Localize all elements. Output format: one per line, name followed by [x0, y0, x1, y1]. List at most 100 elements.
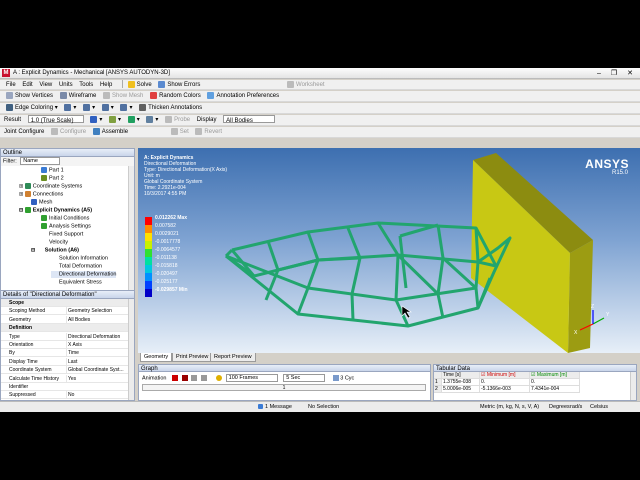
tree-item-equivalent-stress[interactable]: Equivalent Stress: [51, 279, 102, 286]
details-row[interactable]: Coordinate System Global Coordinate Syst.…: [1, 366, 129, 375]
edge-tool-3[interactable]: ▾: [101, 103, 114, 113]
tabular-scrollbar[interactable]: [630, 372, 636, 400]
filter-dropdown[interactable]: Name: [20, 157, 61, 165]
play-icon[interactable]: [172, 375, 178, 381]
tree-item-fixed-support[interactable]: Fixed Support: [41, 231, 83, 238]
details-value[interactable]: Geometry Selection: [66, 307, 129, 315]
edge-coloring-dropdown[interactable]: Edge Coloring ▾: [6, 103, 58, 113]
tree-item-velocity[interactable]: Velocity: [41, 239, 68, 246]
tree-item-analysis-settings[interactable]: Analysis Settings: [41, 223, 91, 230]
assemble-button[interactable]: Assemble: [92, 127, 128, 137]
temperature-unit[interactable]: Celsius: [590, 402, 608, 412]
expand-icon[interactable]: ⊞: [19, 191, 23, 197]
details-value[interactable]: Time: [66, 349, 129, 357]
tree-item-solution[interactable]: ⊟ Solution (A6): [31, 247, 79, 254]
details-value[interactable]: No: [66, 391, 129, 399]
tab-report-preview[interactable]: Report Preview: [210, 353, 256, 362]
menu-edit[interactable]: Edit: [22, 80, 32, 90]
details-value[interactable]: Global Coordinate Syst...: [66, 366, 129, 374]
messages-status[interactable]: 1 Message: [258, 402, 292, 412]
thicken-annotations-button[interactable]: Thicken Annotations: [139, 103, 202, 113]
tree-item-explicit-dynamics[interactable]: ⊟ Explicit Dynamics (A5): [19, 207, 92, 214]
restore-button[interactable]: ❐: [607, 69, 621, 78]
wireframe-button[interactable]: Wireframe: [59, 91, 96, 101]
collapse-icon[interactable]: ⊟: [31, 247, 35, 253]
tree-item-part-2[interactable]: Part 2: [41, 175, 64, 182]
random-colors-button[interactable]: Random Colors: [150, 91, 201, 101]
menu-units[interactable]: Units: [59, 80, 73, 90]
tree-item-mesh[interactable]: Mesh: [31, 199, 52, 206]
menu-help[interactable]: Help: [100, 80, 112, 90]
distributed-icon[interactable]: [216, 375, 223, 381]
frame-forward-icon[interactable]: [200, 375, 207, 381]
show-errors-button[interactable]: Show Errors: [158, 80, 200, 90]
rate-unit[interactable]: rad/s: [570, 402, 582, 412]
show-vertices-button[interactable]: Show Vertices: [6, 91, 53, 101]
legend-display-button[interactable]: ▾: [127, 115, 140, 125]
details-row[interactable]: By Time: [1, 349, 129, 358]
tree-item-solution-information[interactable]: Solution Information: [51, 255, 108, 262]
tree-item-directional-deformation[interactable]: Directional Deformation: [51, 271, 117, 279]
tab-print-preview[interactable]: Print Preview: [172, 353, 213, 362]
edges-display-button[interactable]: ▾: [109, 115, 121, 125]
details-row[interactable]: Suppressed No: [1, 391, 129, 400]
tree-item-coordinate-systems[interactable]: ⊞ Coordinate Systems: [19, 183, 82, 190]
outline-scrollbar[interactable]: [128, 166, 134, 303]
export-video-icon[interactable]: [332, 375, 339, 381]
details-row[interactable]: Calculate Time History Yes: [1, 374, 129, 383]
column-header-time[interactable]: Time [s]: [442, 372, 480, 379]
details-value[interactable]: Directional Deformation: [66, 332, 129, 340]
vector-display-button[interactable]: ▾: [146, 115, 158, 125]
column-header-minimum[interactable]: ☑ Minimum [m]: [480, 372, 530, 379]
revert-button[interactable]: Revert: [195, 127, 222, 137]
details-row[interactable]: Display Time Last: [1, 357, 129, 366]
details-row[interactable]: Scoping Method Geometry Selection: [1, 307, 129, 316]
details-scrollbar[interactable]: [128, 299, 134, 400]
probe-button[interactable]: Probe: [165, 115, 190, 125]
frames-dropdown[interactable]: 100 Frames: [225, 374, 278, 382]
contour-display-button[interactable]: ▾: [90, 115, 102, 125]
worksheet-button[interactable]: Worksheet: [287, 80, 325, 90]
menu-view[interactable]: View: [39, 80, 52, 90]
details-category[interactable]: Definition: [1, 324, 129, 333]
details-value[interactable]: Last: [66, 357, 129, 365]
angle-unit[interactable]: Degrees: [549, 402, 570, 412]
tree-item-connections[interactable]: ⊞ Connections: [19, 191, 63, 198]
solve-button[interactable]: Solve: [127, 80, 152, 90]
stop-icon[interactable]: [181, 375, 188, 381]
expand-icon[interactable]: ⊞: [19, 183, 23, 189]
column-header-maximum[interactable]: ☑ Maximum [m]: [530, 372, 580, 379]
menu-tools[interactable]: Tools: [79, 80, 93, 90]
tab-geometry[interactable]: Geometry: [140, 353, 173, 362]
duration-dropdown[interactable]: 5 Sec: [283, 374, 326, 382]
display-dropdown[interactable]: All Bodies: [223, 115, 276, 124]
result-scale-dropdown[interactable]: 1.0 (True Scale): [27, 115, 84, 124]
details-row[interactable]: Identifier: [1, 383, 129, 391]
configure-button[interactable]: Configure: [51, 127, 86, 137]
graphics-viewport[interactable]: A: Explicit Dynamics Directional Deforma…: [138, 148, 640, 353]
details-row[interactable]: Geometry All Bodies: [1, 315, 129, 324]
details-value[interactable]: Yes: [66, 374, 129, 382]
tree-item-part-1[interactable]: Part 1: [41, 167, 64, 174]
tree-item-initial-conditions[interactable]: Initial Conditions: [41, 215, 89, 222]
tree-item-total-deformation[interactable]: Total Deformation: [51, 263, 102, 270]
edge-tool-1[interactable]: ▾: [64, 103, 76, 113]
set-button[interactable]: Set: [170, 127, 189, 137]
collapse-icon[interactable]: ⊟: [19, 207, 23, 213]
unit-system[interactable]: Metric (m, kg, N, s, V, A): [480, 402, 539, 412]
details-row[interactable]: Type Directional Deformation: [1, 332, 129, 341]
show-mesh-button[interactable]: Show Mesh: [103, 91, 143, 101]
minimize-button[interactable]: –: [592, 69, 606, 78]
details-row[interactable]: Orientation X Axis: [1, 341, 129, 349]
edge-tool-2[interactable]: ▾: [83, 103, 95, 113]
details-category[interactable]: Scope: [1, 299, 129, 307]
frame-back-icon[interactable]: [191, 375, 198, 381]
time-slider[interactable]: 1: [142, 384, 426, 391]
menu-file[interactable]: File: [6, 80, 16, 90]
details-value[interactable]: X Axis: [66, 341, 129, 348]
annotation-preferences-button[interactable]: Annotation Preferences: [207, 91, 279, 101]
details-value[interactable]: All Bodies: [66, 315, 129, 323]
joint-configure-label[interactable]: Joint Configure: [4, 127, 44, 137]
edge-tool-4[interactable]: ▾: [120, 103, 132, 113]
close-button[interactable]: ✕: [622, 69, 638, 78]
